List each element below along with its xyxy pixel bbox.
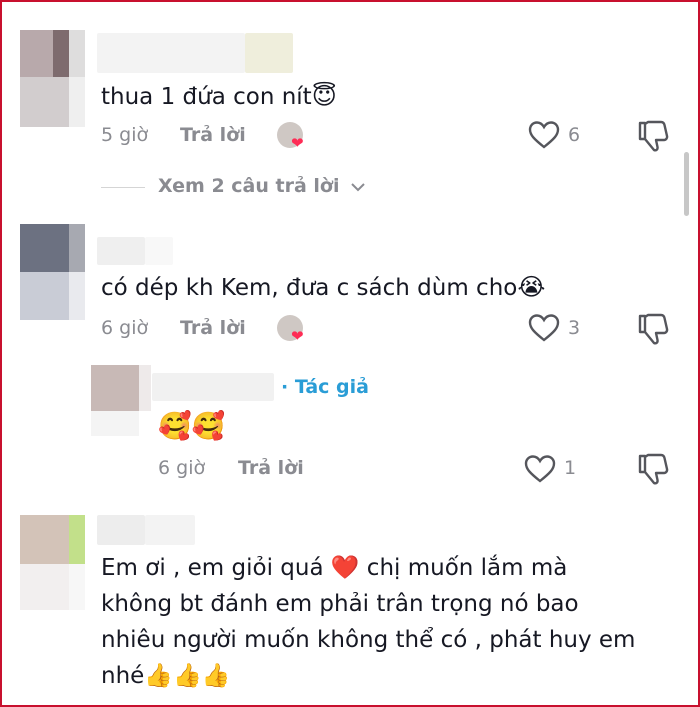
username[interactable] [152,373,274,401]
thumbs-down-icon [638,313,669,345]
creator-liked-badge: ❤ [275,120,309,152]
like-button[interactable] [528,120,560,150]
dislike-button[interactable] [637,452,669,490]
heart-icon: ❤ [291,327,304,345]
like-button[interactable] [524,454,556,484]
divider [101,187,145,188]
thumbs-down-icon [638,453,669,485]
comment-text: Em ơi , em giỏi quá ❤️ chị muốn lắm mà k… [101,555,636,689]
reply-text: 🥰🥰 [158,410,225,442]
heart-outline-icon [528,121,560,149]
author-badge: · Tác giả [281,376,369,398]
thumbs-down-icon [638,120,669,152]
comment-text: có dép kh Kem, đưa c sách dùm cho😭 [101,273,546,301]
like-button[interactable] [528,313,560,343]
timestamp: 5 giờ [101,124,149,146]
like-count: 1 [564,457,577,479]
timestamp: 6 giờ [101,317,149,339]
timestamp: 6 giờ [158,457,206,479]
dislike-button[interactable] [637,119,669,157]
dislike-button[interactable] [637,312,669,350]
smiling-hearts-emoji-icon: 🥰🥰 [158,411,226,442]
halo-emoji-icon: 😇 [311,82,337,110]
reply-button[interactable]: Trả lời [238,457,304,479]
heart-outline-icon [524,455,556,483]
chevron-down-icon [349,178,367,200]
creator-liked-badge: ❤ [275,313,309,345]
reply-button[interactable]: Trả lời [180,317,246,339]
heart-outline-icon [528,314,560,342]
like-count: 6 [568,124,581,146]
like-count: 3 [568,317,581,339]
crying-emoji-icon: 😭 [517,273,546,301]
view-replies-label[interactable]: Xem 2 câu trả lời [158,175,339,197]
heart-icon: ❤ [291,134,304,152]
comment-text: thua 1 đứa con nít😇 [101,82,337,110]
reply-button[interactable]: Trả lời [180,124,246,146]
scrollbar[interactable] [684,152,689,216]
